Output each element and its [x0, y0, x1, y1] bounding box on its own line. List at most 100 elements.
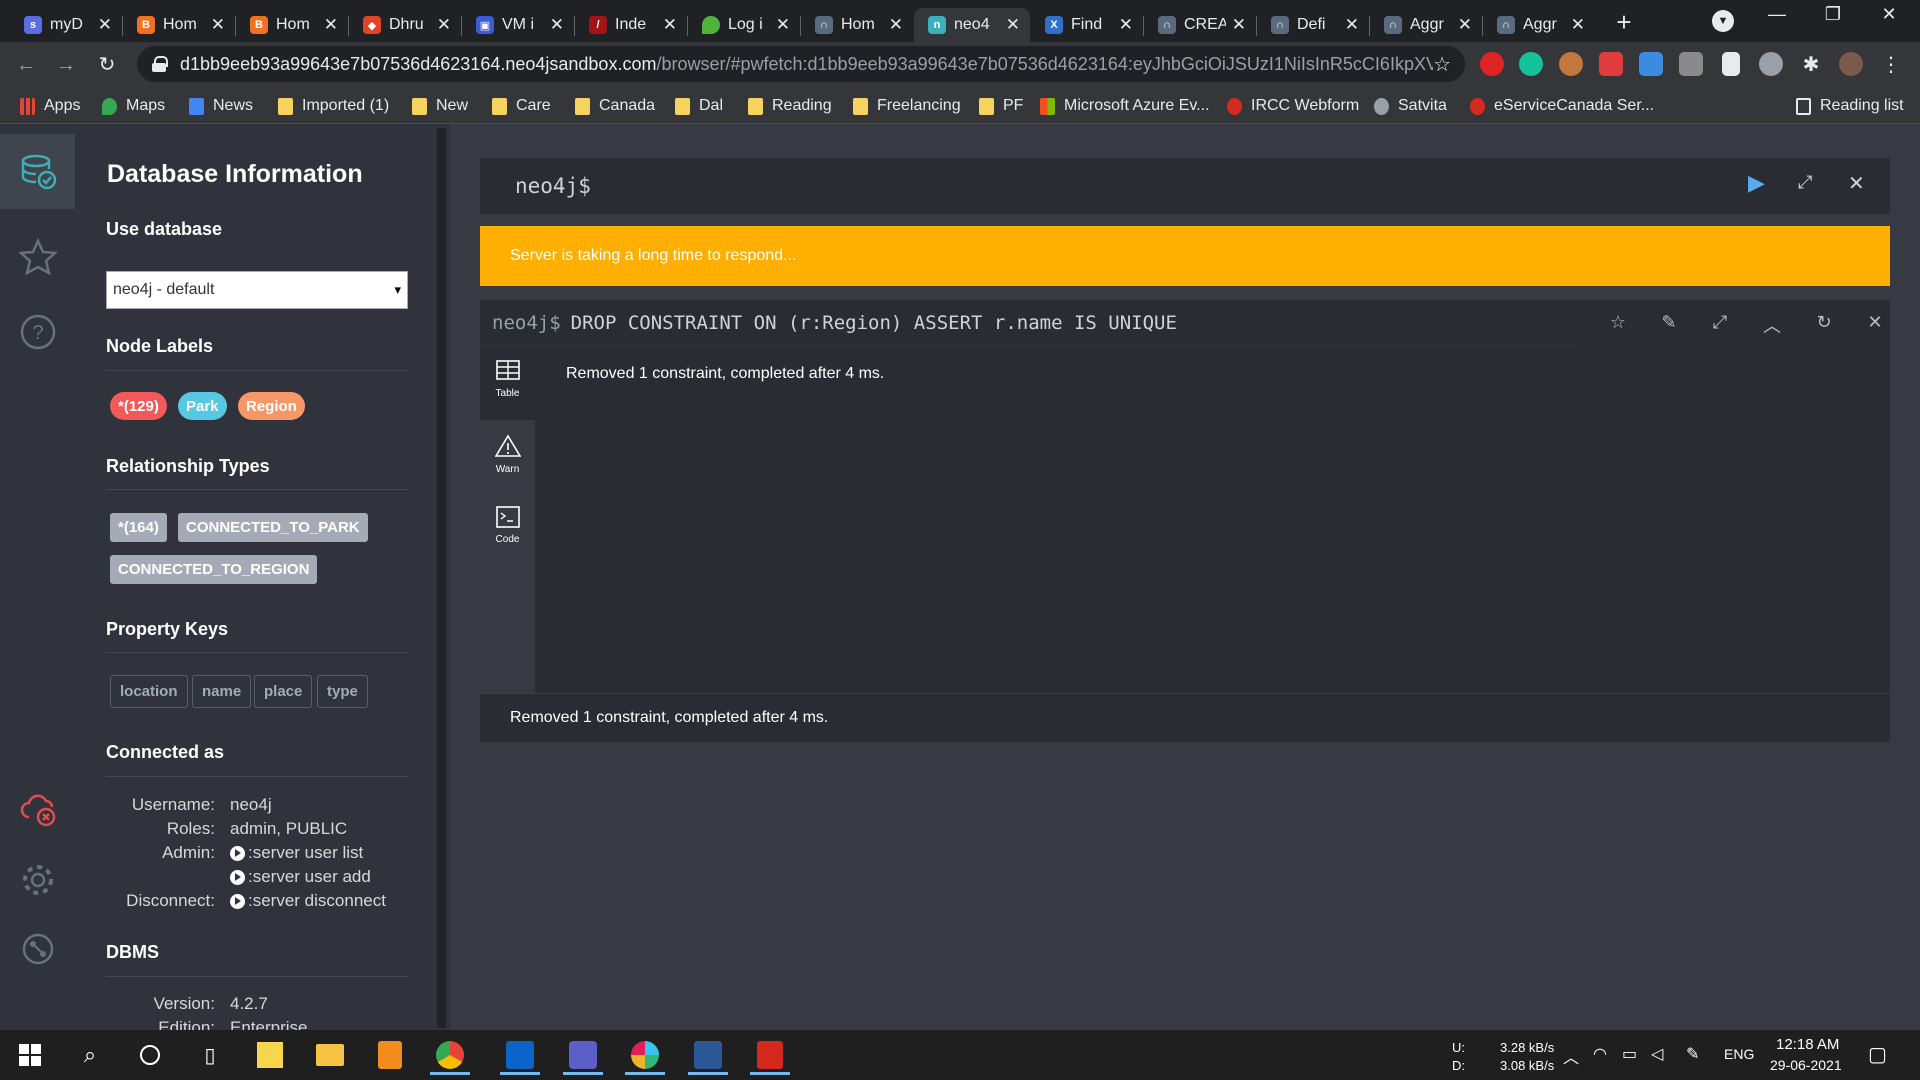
- browser-tab[interactable]: ∩ Defi ✕: [1257, 8, 1369, 42]
- browser-tab[interactable]: X Find ✕: [1031, 8, 1143, 42]
- relationship-type-connected-to-region[interactable]: CONNECTED_TO_REGION: [110, 555, 318, 584]
- teams-icon[interactable]: [558, 1035, 608, 1075]
- tab-close-icon[interactable]: ✕: [1458, 15, 1472, 35]
- menu-icon[interactable]: ⋮: [1879, 52, 1903, 76]
- fullscreen-icon[interactable]: ⤢: [1708, 312, 1732, 333]
- bookmark-folder[interactable]: PF: [979, 96, 1023, 116]
- tab-close-icon[interactable]: ✕: [776, 15, 790, 35]
- pen-icon[interactable]: ✎: [1686, 1044, 1699, 1064]
- sidebar-item-settings[interactable]: [0, 842, 75, 917]
- tab-close-icon[interactable]: ✕: [1119, 15, 1133, 35]
- sidebar-item-connection[interactable]: [0, 771, 75, 846]
- reading-list[interactable]: Reading list: [1796, 96, 1904, 116]
- address-bar[interactable]: d1bb9eeb93a99643e7b07536d4623164.neo4jsa…: [137, 46, 1465, 82]
- property-key[interactable]: name: [192, 675, 252, 708]
- view-code-tab[interactable]: Code: [480, 492, 535, 564]
- collapse-icon[interactable]: ︿: [1760, 312, 1784, 338]
- view-warn-tab[interactable]: Warn: [480, 420, 535, 492]
- node-label-park[interactable]: Park: [178, 392, 227, 420]
- tray-chevron-icon[interactable]: ︿: [1563, 1044, 1579, 1068]
- battery-icon[interactable]: ▭: [1622, 1044, 1637, 1064]
- sidebar-item-favorites[interactable]: [0, 219, 75, 294]
- bookmark-ircc[interactable]: IRCC Webform: [1227, 96, 1359, 116]
- bookmark-star-icon[interactable]: ☆: [1433, 52, 1451, 77]
- tab-close-icon[interactable]: ✕: [663, 15, 677, 35]
- sublime-text-icon[interactable]: [365, 1035, 415, 1075]
- node-label-all[interactable]: *(129): [110, 392, 167, 420]
- word-icon[interactable]: [683, 1035, 733, 1075]
- sticky-notes-icon[interactable]: [245, 1035, 295, 1075]
- close-window-icon[interactable]: ✕: [1866, 4, 1912, 25]
- bookmark-news[interactable]: News: [189, 96, 253, 116]
- property-key[interactable]: location: [110, 675, 188, 708]
- tab-close-icon[interactable]: ✕: [550, 15, 564, 35]
- grammarly-icon[interactable]: [1519, 52, 1543, 76]
- cortana-icon[interactable]: [125, 1035, 175, 1075]
- bookmark-folder[interactable]: Canada: [575, 96, 655, 116]
- browser-tab[interactable]: ◆ Dhru ✕: [349, 8, 461, 42]
- frame-command[interactable]: neo4j$ DROP CONSTRAINT ON (r:Region) ASS…: [480, 300, 1575, 346]
- tab-close-icon[interactable]: ✕: [98, 15, 112, 35]
- rerun-icon[interactable]: ↻: [1812, 312, 1836, 333]
- search-icon[interactable]: ⌕: [65, 1035, 115, 1075]
- browser-tab-active[interactable]: n neo4 ✕: [914, 8, 1030, 42]
- extension-icon[interactable]: [1679, 52, 1703, 76]
- volume-icon[interactable]: ◁: [1651, 1044, 1663, 1064]
- server-user-add-link[interactable]: :server user add: [230, 867, 371, 887]
- document-icon[interactable]: [1722, 52, 1740, 76]
- cookie-icon[interactable]: [1559, 52, 1583, 76]
- slack-icon[interactable]: [620, 1035, 670, 1075]
- clock-time[interactable]: 12:18 AM: [1776, 1036, 1839, 1053]
- cypher-editor[interactable]: neo4j$ ▶ ⤢ ✕: [480, 158, 1890, 214]
- wifi-icon[interactable]: ◠: [1593, 1044, 1607, 1064]
- tab-close-icon[interactable]: ✕: [324, 15, 338, 35]
- minimize-icon[interactable]: —: [1754, 4, 1800, 25]
- browser-tab[interactable]: / Inde ✕: [575, 8, 687, 42]
- tab-close-icon[interactable]: ✕: [1571, 15, 1585, 35]
- extension-icon[interactable]: [1639, 52, 1663, 76]
- tab-close-icon[interactable]: ✕: [1006, 15, 1020, 35]
- property-key[interactable]: type: [317, 675, 368, 708]
- bookmark-folder[interactable]: Imported (1): [278, 96, 389, 116]
- favorite-star-icon[interactable]: ☆: [1606, 312, 1630, 333]
- new-tab-button[interactable]: +: [1609, 8, 1639, 38]
- browser-tab[interactable]: s myD ✕: [10, 8, 122, 42]
- camera-icon[interactable]: [1759, 52, 1783, 76]
- database-select[interactable]: neo4j - default ▾: [106, 271, 408, 309]
- relationship-type-connected-to-park[interactable]: CONNECTED_TO_PARK: [178, 513, 368, 542]
- tab-close-icon[interactable]: ✕: [437, 15, 451, 35]
- language-indicator[interactable]: ENG: [1724, 1046, 1754, 1062]
- extension-icon[interactable]: [1599, 52, 1623, 76]
- browser-tab[interactable]: ∩ Aggr ✕: [1370, 8, 1482, 42]
- browser-tab[interactable]: ▣ VM i ✕: [462, 8, 574, 42]
- sidebar-item-help[interactable]: ?: [0, 294, 75, 369]
- forward-icon[interactable]: →: [52, 51, 80, 79]
- task-view-icon[interactable]: ▯: [185, 1035, 235, 1075]
- restore-icon[interactable]: ❐: [1810, 4, 1856, 25]
- sidebar-item-database[interactable]: [0, 134, 75, 209]
- tab-close-icon[interactable]: ✕: [211, 15, 225, 35]
- browser-tab[interactable]: B Hom ✕: [123, 8, 235, 42]
- browser-tab[interactable]: Log i ✕: [688, 8, 800, 42]
- browser-tab[interactable]: ∩ Hom ✕: [801, 8, 913, 42]
- bookmark-folder[interactable]: Freelancing: [853, 96, 961, 116]
- reload-icon[interactable]: ↻: [93, 51, 121, 79]
- clock-date[interactable]: 29-06-2021: [1770, 1057, 1842, 1073]
- puzzle-icon[interactable]: ✱: [1799, 52, 1823, 76]
- relationship-type-all[interactable]: *(164): [110, 513, 167, 542]
- browser-tab[interactable]: B Hom ✕: [236, 8, 348, 42]
- chrome-icon[interactable]: [425, 1035, 475, 1075]
- tab-close-icon[interactable]: ✕: [1345, 15, 1359, 35]
- back-icon[interactable]: ←: [12, 51, 40, 79]
- view-table-tab[interactable]: Table: [480, 346, 535, 420]
- bookmark-folder[interactable]: New: [412, 96, 468, 116]
- avatar[interactable]: [1839, 52, 1863, 76]
- windows-start-icon[interactable]: [5, 1035, 55, 1075]
- bookmark-folder[interactable]: Dal: [675, 96, 723, 116]
- bookmark-azure[interactable]: Microsoft Azure Ev...: [1040, 96, 1210, 116]
- close-frame-icon[interactable]: ✕: [1863, 312, 1887, 333]
- notification-icon[interactable]: ▢: [1868, 1042, 1887, 1067]
- file-explorer-icon[interactable]: [305, 1035, 355, 1075]
- bookmark-folder[interactable]: Reading: [748, 96, 832, 116]
- bookmark-satvita[interactable]: Satvita: [1374, 96, 1447, 116]
